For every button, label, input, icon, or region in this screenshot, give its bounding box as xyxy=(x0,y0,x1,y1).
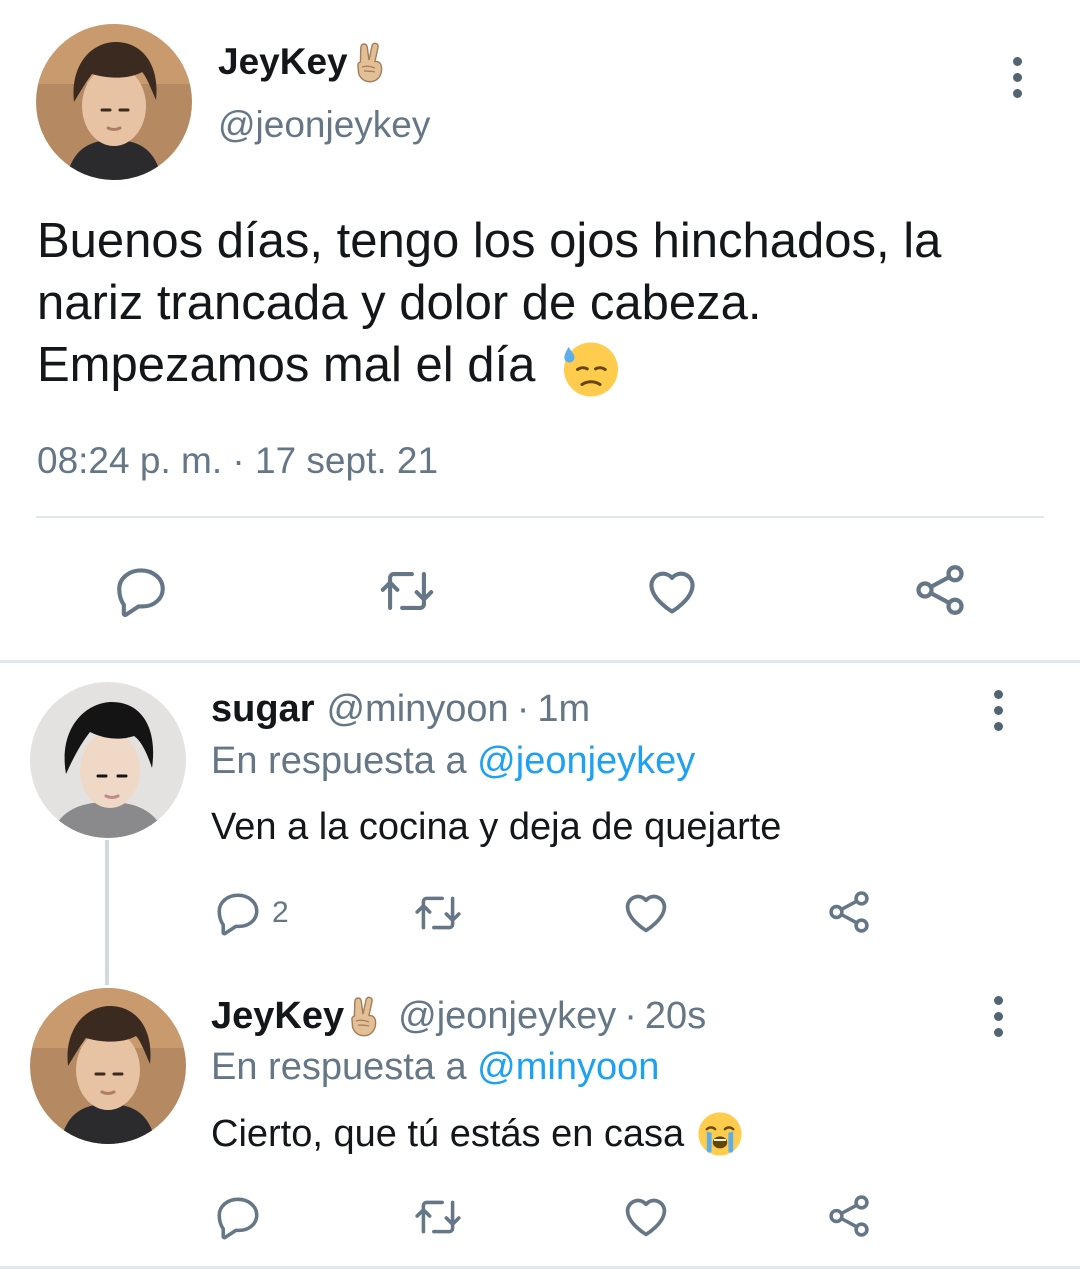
reply-icon[interactable] xyxy=(213,1192,263,1242)
more-options-icon[interactable] xyxy=(1007,57,1027,98)
like-icon[interactable] xyxy=(620,886,672,938)
more-options-icon[interactable] xyxy=(988,690,1008,731)
retweet-icon[interactable] xyxy=(412,888,464,938)
display-name[interactable]: JeyKey xyxy=(211,994,386,1038)
reply-header: JeyKey @jeonjeykey · 20s xyxy=(211,994,706,1038)
reply-time[interactable]: 1m xyxy=(537,688,590,731)
avatar[interactable] xyxy=(30,988,186,1144)
reply-header: sugar @minyoon · 1m xyxy=(211,688,590,731)
divider xyxy=(36,516,1044,518)
victory-hand-emoji xyxy=(352,40,392,84)
reply-text: Cierto, que tú estás en casa xyxy=(211,1110,744,1158)
section-divider xyxy=(0,660,1080,663)
avatar[interactable] xyxy=(30,682,186,838)
replying-to: En respuesta a @minyoon xyxy=(211,1046,660,1088)
user-handle[interactable]: @minyoon xyxy=(326,688,508,731)
like-icon[interactable] xyxy=(642,562,702,620)
more-options-icon[interactable] xyxy=(988,996,1008,1037)
display-name[interactable]: JeyKey xyxy=(218,40,392,84)
separator: · xyxy=(516,688,530,730)
user-handle[interactable]: @jeonjeykey xyxy=(398,995,616,1038)
loudly-crying-face-emoji xyxy=(696,1110,744,1158)
replying-to: En respuesta a @jeonjeykey xyxy=(211,740,696,782)
reply-icon[interactable] xyxy=(112,562,170,620)
share-icon[interactable] xyxy=(824,886,874,938)
display-name[interactable]: sugar xyxy=(211,688,314,731)
tweet-text: Buenos días, tengo los ojos hinchados, l… xyxy=(37,210,1047,398)
reply-time[interactable]: 20s xyxy=(645,995,706,1038)
victory-hand-emoji xyxy=(346,994,386,1038)
user-handle[interactable]: @jeonjeykey xyxy=(218,104,430,146)
mention-link[interactable]: @minyoon xyxy=(477,1046,659,1088)
downcast-face-with-sweat-emoji xyxy=(561,338,621,398)
retweet-icon[interactable] xyxy=(412,1192,464,1242)
avatar[interactable] xyxy=(36,24,192,180)
like-icon[interactable] xyxy=(620,1190,672,1242)
reply-count: 2 xyxy=(272,896,289,929)
separator: · xyxy=(624,994,637,1037)
reply-text: Ven a la cocina y deja de quejarte xyxy=(211,806,782,848)
share-icon[interactable] xyxy=(824,1190,874,1242)
reply-icon[interactable] xyxy=(213,888,263,938)
retweet-icon[interactable] xyxy=(377,562,437,620)
thread-line xyxy=(105,840,109,985)
mention-link[interactable]: @jeonjeykey xyxy=(477,740,695,782)
tweet-timestamp[interactable]: 08:24 p. m. · 17 sept. 21 xyxy=(37,440,438,482)
share-icon[interactable] xyxy=(910,560,970,620)
